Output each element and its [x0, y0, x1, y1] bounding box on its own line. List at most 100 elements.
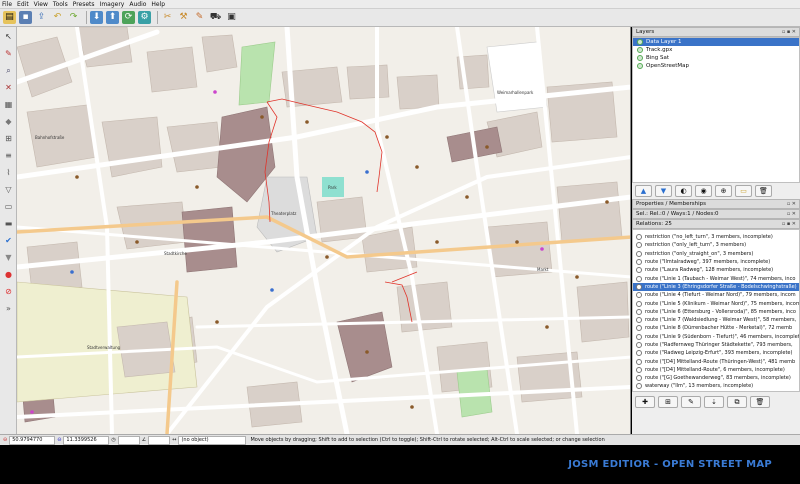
visibility-toggle-icon[interactable]: ◉: [695, 185, 712, 197]
menu-help[interactable]: Help: [151, 1, 165, 8]
heading-icon: ◷: [111, 437, 116, 443]
relation-item[interactable]: route ("Linie 6 (Ettersburg - Vollersrod…: [633, 308, 799, 316]
menu-edit[interactable]: Edit: [17, 1, 29, 8]
way-icon[interactable]: ⌇: [2, 166, 15, 179]
tool-icon[interactable]: ✎: [193, 11, 206, 24]
relation-label: route ("Linie 1 (Taubach - Weimar West)"…: [645, 275, 796, 282]
zoom-tool-icon[interactable]: ⌕: [2, 64, 15, 77]
save-icon[interactable]: ▪: [19, 11, 32, 24]
filter-icon[interactable]: ▽: [2, 183, 15, 196]
panel-controls-icon[interactable]: ▫ ▪ ✕: [782, 29, 796, 35]
relation-item[interactable]: route ("[D4] Mittelland-Route", 6 member…: [633, 366, 799, 374]
relation-item[interactable]: route ("Radweg Leipzig-Erfurt", 393 memb…: [633, 349, 799, 357]
layers-panel-title[interactable]: Layers ▫ ▪ ✕: [632, 27, 800, 37]
relation-item[interactable]: route ("Linie 4 (Tiefurt - Weimar Nord)"…: [633, 291, 799, 299]
relation-item[interactable]: route ("[D4] Mittelland-Route (Thüringen…: [633, 357, 799, 365]
undo-icon[interactable]: ↶: [51, 11, 64, 24]
map-canvas[interactable]: [17, 27, 631, 434]
layer-item[interactable]: Track.gpx: [633, 46, 799, 54]
relation-item[interactable]: restriction ("only_straight_on", 3 membe…: [633, 250, 799, 258]
relation-item[interactable]: route ("Linie 7 (Waldsiedlung - Weimar W…: [633, 316, 799, 324]
validate-icon[interactable]: ✔: [2, 234, 15, 247]
map-label-brand: Weimarhallenpark: [497, 90, 534, 95]
relation-item[interactable]: route ("Linie 5 (Klinikum - Weimar Nord)…: [633, 299, 799, 307]
tag-icon[interactable]: ◆: [2, 115, 15, 128]
activate-icon[interactable]: ◐: [675, 185, 692, 197]
preferences-icon[interactable]: ⚙: [138, 11, 151, 24]
menu-audio[interactable]: Audio: [129, 1, 146, 8]
relation-item[interactable]: waterway ("Ilm", 13 members, incomplete): [633, 382, 799, 390]
menu-view[interactable]: View: [34, 1, 48, 8]
relation-label: route ("Laura Radweg", 128 members, inco…: [645, 267, 774, 274]
relation-label: route ("[D4] Mittelland-Route (Thüringen…: [645, 358, 796, 365]
rename-icon[interactable]: ▭: [735, 185, 752, 197]
layer-item[interactable]: Data Layer 1: [633, 38, 799, 46]
select-tool-icon[interactable]: ↖: [2, 30, 15, 43]
relation-icon[interactable]: ⊞: [2, 132, 15, 145]
layer-item[interactable]: Bing Sat: [633, 54, 799, 62]
open-icon[interactable]: ▤: [3, 11, 16, 24]
redo-icon[interactable]: ↷: [67, 11, 80, 24]
select-members-icon[interactable]: ⊞: [658, 396, 678, 408]
menu-presets[interactable]: Presets: [73, 1, 95, 8]
relation-item[interactable]: route ("Ilmtalradweg", 397 members, inco…: [633, 258, 799, 266]
move-up-icon[interactable]: ▲: [635, 185, 652, 197]
relation-item[interactable]: route ("Linie 1 (Taubach - Weimar West)"…: [633, 274, 799, 282]
download-members-icon[interactable]: ⇣: [704, 396, 724, 408]
duplicate-icon[interactable]: ⧉: [727, 396, 747, 408]
panel-controls-icon[interactable]: ▫ ✕: [787, 211, 796, 217]
delete-tool-icon[interactable]: ✕: [2, 81, 15, 94]
properties-panel-title[interactable]: Properties / Memberships ▫ ✕: [632, 199, 800, 209]
map-label-park: Park: [328, 185, 337, 190]
refresh-icon[interactable]: ⟳: [122, 11, 135, 24]
relation-icon: [636, 366, 642, 373]
relation-item[interactable]: route ("[G] Goethewanderweg", 83 members…: [633, 374, 799, 382]
map-view[interactable]: Theaterplatz Park Weimarhallenpark Stadt…: [17, 27, 631, 434]
delete-layer-icon[interactable]: 🗑: [755, 185, 772, 197]
map-paint-icon[interactable]: ▬: [2, 217, 15, 230]
new-relation-icon[interactable]: ✚: [635, 396, 655, 408]
stop-icon[interactable]: ⊘: [2, 285, 15, 298]
panel-controls-icon[interactable]: ▫ ✕: [787, 201, 796, 207]
history-icon[interactable]: ≡: [2, 149, 15, 162]
edit-relation-icon[interactable]: ✎: [681, 396, 701, 408]
menu-tools[interactable]: Tools: [53, 1, 68, 8]
visibility-icon[interactable]: [637, 55, 643, 61]
error-icon[interactable]: ●: [2, 268, 15, 281]
expand-icon[interactable]: »: [2, 302, 15, 315]
relation-item[interactable]: route ("Linie 8 (Dürrenbacher Hütte - Me…: [633, 324, 799, 332]
menu-imagery[interactable]: Imagery: [100, 1, 125, 8]
relation-item[interactable]: route ("Radfernweg Thüringer Städtekette…: [633, 341, 799, 349]
toggle-icon[interactable]: ▭: [2, 200, 15, 213]
hammer-icon[interactable]: ⚒: [177, 11, 190, 24]
move-down-icon[interactable]: ▼: [655, 185, 672, 197]
download-icon[interactable]: ⬇: [90, 11, 103, 24]
update-icon[interactable]: ⬆: [106, 11, 119, 24]
relation-item[interactable]: route ("Laura Radweg", 128 members, inco…: [633, 266, 799, 274]
wrench-icon[interactable]: ✂: [161, 11, 174, 24]
warning-icon[interactable]: ▼: [2, 251, 15, 264]
relation-icon: [636, 342, 642, 348]
delete-relation-icon[interactable]: 🗑: [750, 396, 770, 408]
relations-panel-title[interactable]: Relations: 25 ▫ ▪ ✕: [632, 219, 800, 229]
relation-item[interactable]: restriction ("only_left_turn", 3 members…: [633, 241, 799, 249]
panel-controls-icon[interactable]: ▫ ▪ ✕: [782, 221, 796, 227]
bus-icon[interactable]: ▣: [225, 11, 238, 24]
layer-item[interactable]: OpenStreetMap: [633, 62, 799, 70]
car-icon[interactable]: ⛟: [209, 11, 222, 24]
visibility-icon[interactable]: [637, 39, 643, 45]
relation-icon: [636, 283, 642, 290]
toolbar-separator: [86, 11, 87, 24]
visibility-icon[interactable]: [637, 47, 643, 53]
relation-item[interactable]: route ("Linie 3 (Ehringsdorfer Straße - …: [633, 282, 799, 292]
menu-file[interactable]: File: [2, 1, 12, 8]
relation-item[interactable]: restriction ("no_left_turn", 3 members, …: [633, 233, 799, 241]
relation-icon: [636, 333, 642, 340]
selection-panel-title[interactable]: Sel.: Rel.:0 / Ways:1 / Nodes:0 ▫ ✕: [632, 209, 800, 219]
merge-icon[interactable]: ⊕: [715, 185, 732, 197]
relation-item[interactable]: route ("Linie 9 (Südenborn - Tiefurt)", …: [633, 333, 799, 341]
layer-icon[interactable]: ▦: [2, 98, 15, 111]
draw-tool-icon[interactable]: ✎: [2, 47, 15, 60]
upload-icon[interactable]: ⇪: [35, 11, 48, 24]
visibility-icon[interactable]: [637, 63, 643, 69]
